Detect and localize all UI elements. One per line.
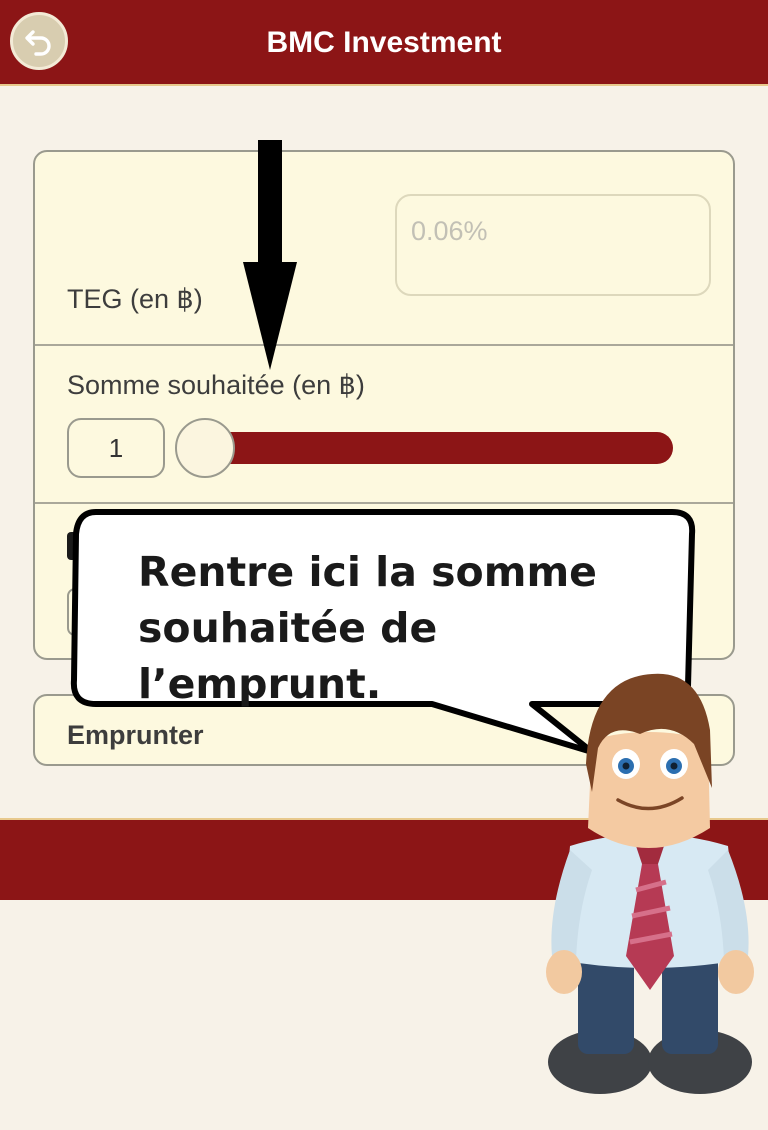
app-header: BMC Investment: [0, 0, 768, 86]
somme-slider-track[interactable]: [195, 432, 673, 464]
somme-label: Somme souhaitée (en ฿): [67, 370, 365, 400]
teg-label: TEG (en ฿): [67, 284, 203, 314]
obscured-row-marker: [67, 532, 97, 560]
teg-field: 0.06%: [395, 194, 711, 296]
obscured-input[interactable]: [67, 588, 101, 636]
mascot-character: [546, 673, 754, 1094]
somme-slider-thumb[interactable]: [175, 418, 235, 478]
somme-input[interactable]: 1: [67, 418, 165, 478]
page-title: BMC Investment: [266, 26, 502, 59]
divider: [35, 502, 733, 504]
divider: [35, 344, 733, 346]
emprunter-label: Emprunter: [67, 720, 204, 750]
